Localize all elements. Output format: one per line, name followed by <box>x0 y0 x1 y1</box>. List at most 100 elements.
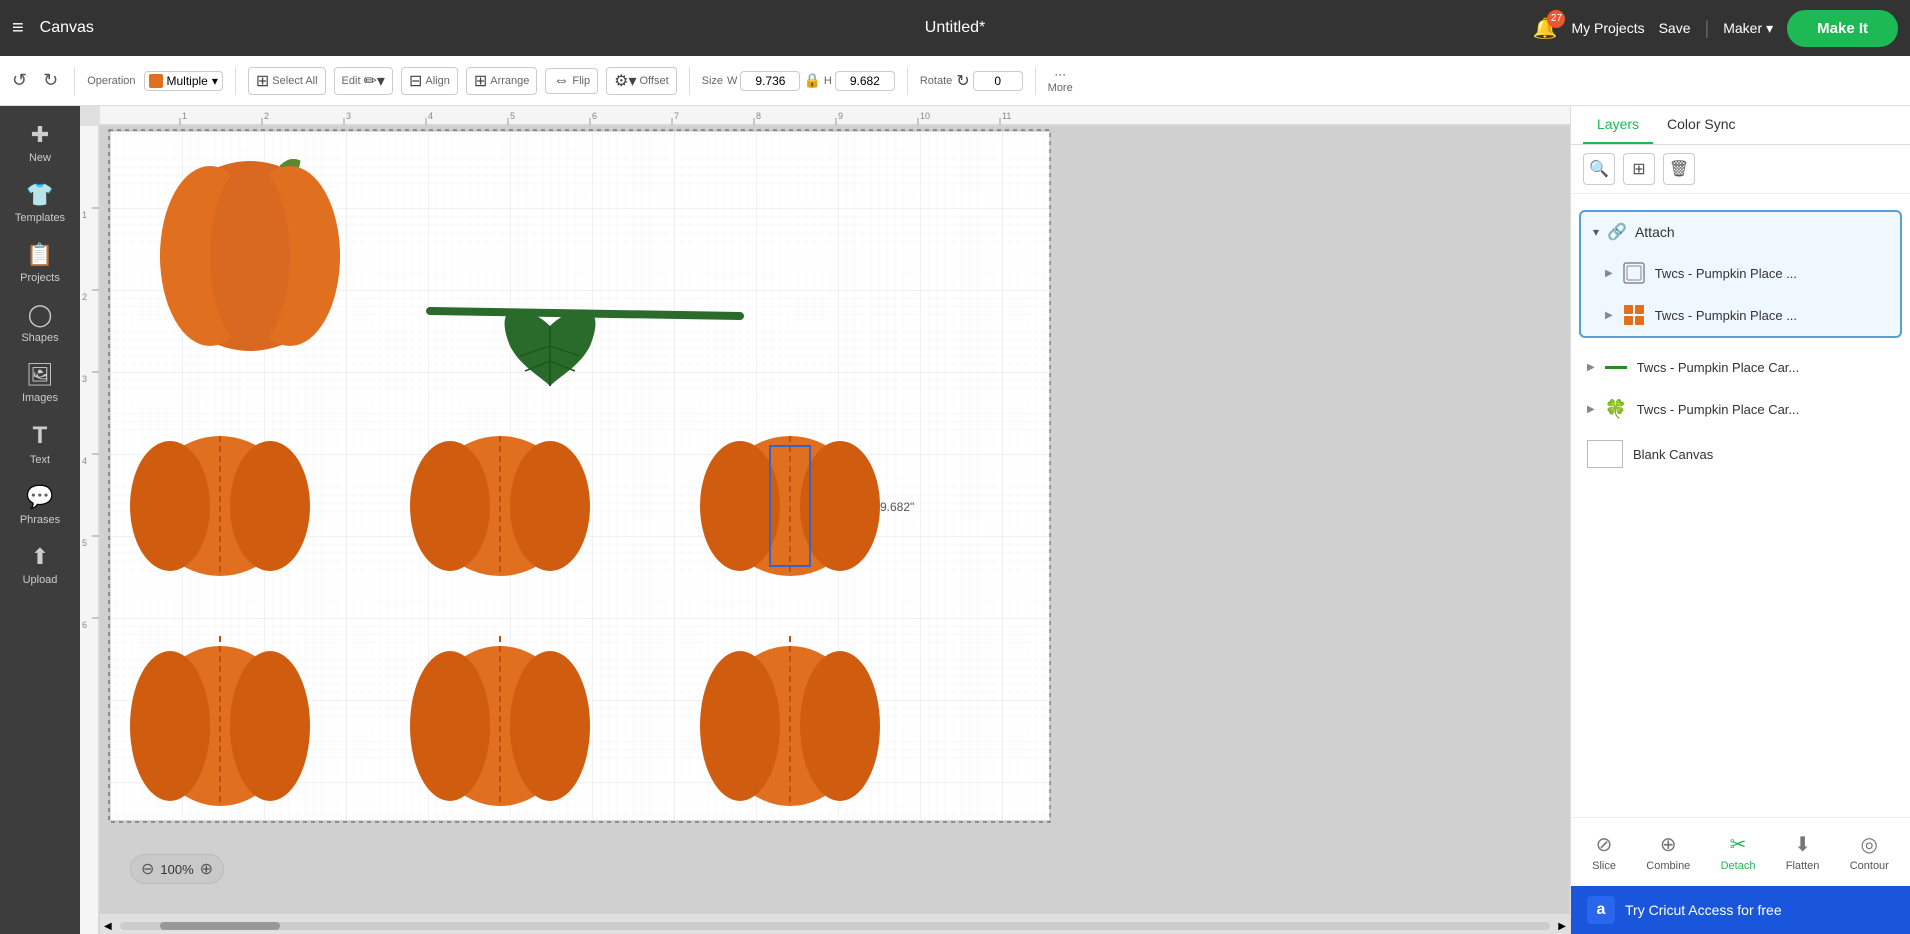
width-input[interactable] <box>740 71 800 91</box>
my-projects-btn[interactable]: My Projects <box>1571 20 1644 36</box>
operation-group: Operation Multiple ▾ <box>87 71 223 91</box>
sidebar-item-templates[interactable]: 👕 Templates <box>4 174 76 232</box>
zoom-out-icon[interactable]: ⊖ <box>141 859 154 879</box>
tab-layers[interactable]: Layers <box>1583 106 1653 144</box>
size-group: Size W 🔒 H <box>702 71 895 91</box>
canvas-content[interactable]: 9.682" <box>100 126 1570 914</box>
attach-label: Attach <box>1635 224 1675 240</box>
sidebar-item-images[interactable]: 🖼 Images <box>4 354 76 412</box>
offset-btn[interactable]: ⚙▾ Offset <box>606 67 677 95</box>
layer-item-3[interactable]: ▶ Twcs - Pumpkin Place Car... <box>1571 346 1910 388</box>
more-btn[interactable]: ··· More <box>1048 67 1073 94</box>
save-btn[interactable]: Save <box>1659 20 1691 36</box>
panel-group-btn[interactable]: ⊞ <box>1623 153 1655 185</box>
main-layout: ✚ New 👕 Templates 📋 Projects ◯ Shapes 🖼 … <box>0 106 1910 934</box>
detach-btn[interactable]: ✂ Detach <box>1713 828 1764 876</box>
templates-icon: 👕 <box>26 182 53 208</box>
layer4-thumb: 🍀 <box>1605 398 1627 420</box>
sidebar-item-text[interactable]: T Text <box>4 414 76 474</box>
new-icon: ✚ <box>31 122 49 148</box>
undo-btn[interactable]: ↺ <box>8 66 31 95</box>
upload-label: Upload <box>23 574 58 586</box>
flip-label: Flip <box>572 75 590 87</box>
combine-btn[interactable]: ⊕ Combine <box>1638 828 1698 876</box>
make-it-button[interactable]: Make It <box>1787 10 1898 47</box>
layer1-thumb <box>1623 262 1645 284</box>
layers-list: ▾ 🔗 Attach ▶ Twcs - Pumpkin Place ... ▶ <box>1571 194 1910 817</box>
ruler-h-svg: 1 2 3 4 5 6 7 8 9 10 11 <box>100 106 1570 126</box>
more-label: More <box>1048 82 1073 94</box>
edit-btn[interactable]: Edit ✏▾ <box>334 67 393 95</box>
svg-text:8: 8 <box>756 111 761 121</box>
hscroll-right-arrow[interactable]: ▶ <box>1554 921 1570 932</box>
flip-btn[interactable]: ⇔ Flip <box>545 68 598 94</box>
sidebar-item-projects[interactable]: 📋 Projects <box>4 234 76 292</box>
hscroll-track <box>120 922 1551 930</box>
combine-label: Combine <box>1646 860 1690 872</box>
hscroll-left-arrow[interactable]: ◀ <box>100 921 116 932</box>
flatten-btn[interactable]: ⬇ Flatten <box>1778 828 1828 876</box>
contour-label: Contour <box>1850 860 1889 872</box>
images-label: Images <box>22 392 58 404</box>
panel-actions: ⊘ Slice ⊕ Combine ✂ Detach ⬇ Flatten ◎ C… <box>1571 817 1910 886</box>
canvas-svg: 9.682" <box>100 126 1570 914</box>
arrange-btn[interactable]: ⊞ Arrange <box>466 67 538 95</box>
maker-selector[interactable]: Maker ▾ <box>1723 20 1773 37</box>
svg-text:4: 4 <box>82 456 87 466</box>
text-label: Text <box>30 454 50 466</box>
svg-text:3: 3 <box>346 111 351 121</box>
size-label-text: Size <box>702 75 723 87</box>
layer4-name: Twcs - Pumpkin Place Car... <box>1637 402 1800 417</box>
operation-select[interactable]: Multiple ▾ <box>144 71 223 91</box>
text-icon: T <box>33 422 48 450</box>
detach-icon: ✂ <box>1730 832 1747 857</box>
layer-item-1[interactable]: ▶ Twcs - Pumpkin Place ... <box>1581 252 1900 294</box>
layer-item-4[interactable]: ▶ 🍀 Twcs - Pumpkin Place Car... <box>1571 388 1910 430</box>
align-btn[interactable]: ⊟ Align <box>401 67 458 95</box>
zoom-in-icon[interactable]: ⊕ <box>200 859 213 879</box>
tab-color-sync[interactable]: Color Sync <box>1653 106 1749 144</box>
canvas-label: Canvas <box>40 19 94 37</box>
attach-header[interactable]: ▾ 🔗 Attach <box>1581 212 1900 252</box>
svg-text:11: 11 <box>1002 111 1011 121</box>
sidebar-item-upload[interactable]: ⬆ Upload <box>4 536 76 594</box>
canvas-area[interactable]: 1 2 3 4 5 6 7 8 9 10 11 <box>80 106 1570 934</box>
svg-text:6: 6 <box>592 111 597 121</box>
select-all-label: Select All <box>272 75 317 87</box>
cricut-access-banner[interactable]: a Try Cricut Access for free <box>1571 886 1910 934</box>
operation-label: Operation <box>87 75 135 87</box>
attach-group[interactable]: ▾ 🔗 Attach ▶ Twcs - Pumpkin Place ... ▶ <box>1579 210 1902 338</box>
edit-icon: ✏▾ <box>364 71 385 91</box>
sidebar-item-new[interactable]: ✚ New <box>4 114 76 172</box>
layer4-leaf-icon: 🍀 <box>1605 399 1627 420</box>
layer-item-2[interactable]: ▶ Twcs - Pumpkin Place ... <box>1581 294 1900 336</box>
blank-canvas-row[interactable]: Blank Canvas <box>1571 430 1910 478</box>
lock-icon[interactable]: 🔒 <box>803 72 820 89</box>
offset-icon: ⚙▾ <box>614 71 636 91</box>
sidebar-item-phrases[interactable]: 💬 Phrases <box>4 476 76 534</box>
layer2-name: Twcs - Pumpkin Place ... <box>1655 308 1797 323</box>
notification-badge: 27 <box>1547 10 1565 28</box>
slice-btn[interactable]: ⊘ Slice <box>1584 828 1624 876</box>
height-label: H <box>824 75 832 87</box>
flatten-label: Flatten <box>1786 860 1820 872</box>
panel-delete-btn[interactable]: 🗑 <box>1663 153 1695 185</box>
hscroll-thumb[interactable] <box>160 922 280 930</box>
redo-btn[interactable]: ↻ <box>39 66 62 95</box>
select-all-btn[interactable]: ⊞ Select All <box>248 67 326 95</box>
contour-btn[interactable]: ◎ Contour <box>1842 828 1897 876</box>
svg-text:9.682": 9.682" <box>880 500 914 514</box>
rotate-input[interactable] <box>973 71 1023 91</box>
phrases-icon: 💬 <box>26 484 53 510</box>
width-label: W <box>727 75 737 87</box>
topbar: ≡ Canvas Untitled* 🔔 27 My Projects Save… <box>0 0 1910 56</box>
panel-search-btn[interactable]: 🔍 <box>1583 153 1615 185</box>
slice-icon: ⊘ <box>1596 832 1613 857</box>
height-input[interactable] <box>835 71 895 91</box>
cricut-access-text[interactable]: Try Cricut Access for free <box>1625 902 1782 918</box>
horizontal-scrollbar[interactable]: ◀ ▶ <box>100 918 1570 934</box>
sidebar-item-shapes[interactable]: ◯ Shapes <box>4 294 76 352</box>
notification-bell[interactable]: 🔔 27 <box>1533 16 1558 41</box>
menu-icon[interactable]: ≡ <box>12 17 24 40</box>
svg-text:2: 2 <box>82 292 87 302</box>
